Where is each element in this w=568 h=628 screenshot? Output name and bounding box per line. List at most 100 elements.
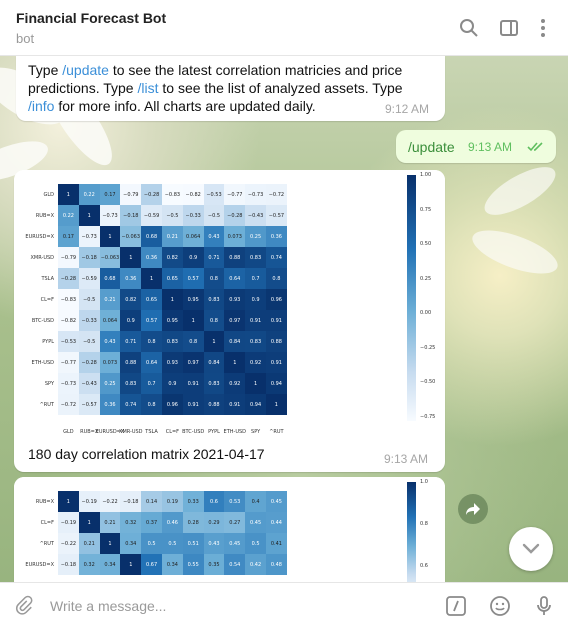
heatmap-cell: −0.28	[78, 352, 100, 373]
heatmap-cell: 0.45	[245, 512, 266, 533]
heatmap-cell: −0.18	[120, 205, 142, 226]
heatmap-row-label: EURUSD=X	[25, 561, 54, 568]
heatmap-cell: −0.5	[78, 289, 100, 310]
heatmap-cell: 0.064	[99, 310, 121, 331]
heatmap-cell: 0.94	[266, 373, 287, 394]
heatmap-cell: 0.064	[182, 226, 204, 247]
heatmap-cell: 0.83	[245, 331, 266, 352]
attach-icon[interactable]	[12, 594, 36, 618]
microphone-icon[interactable]	[532, 594, 556, 618]
heatmap-cell: 0.83	[162, 331, 183, 352]
heatmap-cell: −0.063	[120, 226, 142, 247]
heatmap-cell: 0.33	[182, 491, 204, 512]
heatmap-cell: 0.37	[141, 512, 162, 533]
correlation-heatmap-2[interactable]: RUB=X 1 −0.19 −0.22 −0.18 0.14 0.19 0.33 0.6 0.53…	[14, 477, 445, 582]
chat-title[interactable]: Financial Forecast Bot	[16, 10, 166, 26]
heatmap-cell: 0.19	[162, 491, 183, 512]
heatmap-cell: 1	[162, 289, 183, 310]
heatmap-cell: −0.59	[78, 268, 100, 289]
heatmap-cell: −0.73	[78, 226, 100, 247]
heatmap-cell: 0.91	[182, 394, 204, 415]
heatmap-cell: 0.17	[99, 184, 121, 205]
heatmap-cell: −0.5	[78, 331, 100, 352]
heatmap-row-label: PYPL	[42, 338, 54, 345]
heatmap-cell: 0.8	[141, 331, 162, 352]
read-checkmarks-icon	[527, 142, 543, 152]
heatmap-cell: 0.9	[162, 373, 183, 394]
heatmap-cell: 1	[58, 184, 79, 205]
search-icon[interactable]	[457, 16, 481, 40]
heatmap-cell: 1	[99, 226, 121, 247]
background-decoration	[477, 158, 563, 224]
heatmap-cell: 0.43	[203, 533, 225, 554]
heatmap-cell: 0.53	[224, 491, 246, 512]
message-time: 9:13 AM	[384, 452, 429, 466]
heatmap-cell: 0.17	[58, 226, 79, 247]
heatmap-cell: −0.063	[99, 247, 121, 268]
heatmap-cell: 0.36	[99, 394, 121, 415]
heatmap-cell: 1	[78, 205, 100, 226]
chart-caption: 180 day correlation matrix 2021-04-17	[28, 446, 265, 462]
heatmap-cell: 0.44	[266, 512, 287, 533]
message-bubble-chart: GLD 1 0.22 0.17 −0.79 −0.28 −0.83 −0.82 −0.53 −0.…	[14, 170, 445, 472]
heatmap-cell: 1	[245, 373, 266, 394]
heatmap-cell: 0.21	[99, 512, 121, 533]
heatmap-cell: 0.67	[141, 554, 162, 575]
heatmap-cell: 0.83	[203, 373, 225, 394]
heatmap-cell: 0.25	[245, 226, 266, 247]
heatmap-cell: 0.34	[162, 554, 183, 575]
heatmap-cell: 0.7	[245, 268, 266, 289]
heatmap-row-label: XMR-USD	[30, 254, 55, 261]
heatmap-cell: 0.88	[120, 352, 142, 373]
command-icon[interactable]	[444, 594, 468, 618]
share-button[interactable]	[458, 494, 488, 524]
heatmap-cell: 0.88	[266, 331, 287, 352]
heatmap-cell: −0.22	[99, 491, 121, 512]
message-input[interactable]	[50, 596, 430, 616]
emoji-icon[interactable]	[488, 594, 512, 618]
heatmap-cell: 0.82	[120, 289, 142, 310]
heatmap-cell: 1	[120, 247, 142, 268]
heatmap-col-label: ^RUT	[269, 429, 284, 435]
heatmap-cell: 0.93	[224, 289, 246, 310]
heatmap-cell: 0.96	[266, 289, 287, 310]
heatmap-cell: 0.74	[266, 247, 287, 268]
heatmap-row-label: BTC-USD	[31, 317, 54, 324]
more-vertical-icon[interactable]	[531, 16, 555, 40]
colorbar-tick: 1.0	[420, 479, 428, 485]
sidebar-icon[interactable]	[497, 16, 521, 40]
heatmap-cell: 0.22	[58, 205, 79, 226]
message-text: /update	[408, 139, 455, 155]
command-link-list[interactable]: /list	[137, 80, 158, 96]
heatmap-cell: 0.21	[78, 533, 100, 554]
scroll-down-button[interactable]	[509, 527, 553, 571]
heatmap-cell: 1	[99, 533, 121, 554]
chat-area[interactable]: Type /update to see the latest correlati…	[0, 56, 568, 582]
colorbar-tick: −0.25	[420, 344, 436, 351]
heatmap-cell: 0.43	[99, 331, 121, 352]
heatmap-cell: 1	[120, 554, 142, 575]
heatmap-cell: −0.82	[58, 310, 79, 331]
heatmap-cell: 0.94	[245, 394, 266, 415]
heatmap-row-label: CL=F	[40, 296, 54, 303]
command-link-update[interactable]: /update	[62, 62, 109, 78]
heatmap-cell: 0.32	[120, 512, 142, 533]
heatmap-cell: 1	[224, 352, 246, 373]
heatmap-cell: 0.32	[78, 554, 100, 575]
heatmap-cell: 0.91	[266, 352, 287, 373]
heatmap-cell: 0.5	[162, 533, 183, 554]
colorbar-tick: 0.8	[420, 521, 428, 527]
colorbar	[407, 482, 416, 582]
heatmap-row-label: CL=F	[40, 519, 54, 526]
heatmap-row-label: ^RUT	[39, 540, 54, 547]
correlation-heatmap[interactable]: GLD 1 0.22 0.17 −0.79 −0.28 −0.83 −0.82 −0.53 −0.…	[14, 170, 445, 438]
heatmap-cell: 0.34	[120, 533, 142, 554]
command-link-info[interactable]: /info	[28, 98, 54, 114]
heatmap-cell: −0.33	[182, 205, 204, 226]
heatmap-cell: −0.53	[203, 184, 225, 205]
heatmap-cell: −0.5	[203, 205, 225, 226]
heatmap-cell: 0.84	[203, 352, 225, 373]
heatmap-cell: −0.79	[120, 184, 142, 205]
heatmap-cell: 0.84	[224, 331, 246, 352]
heatmap-cell: −0.72	[266, 184, 287, 205]
